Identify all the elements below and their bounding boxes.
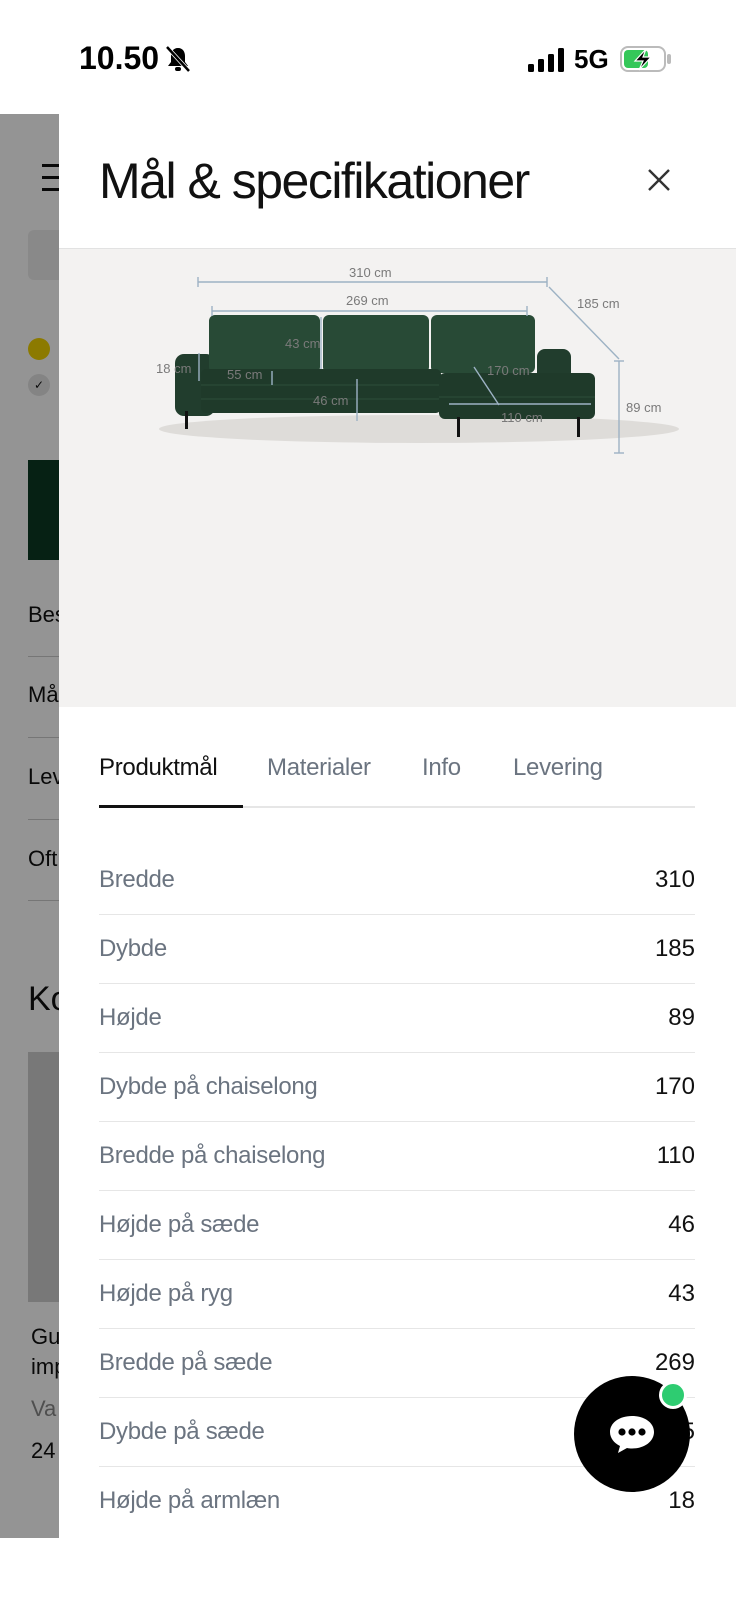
spec-label: Bredde på chaiselong (99, 1142, 326, 1169)
figure-label-width-seat: 269 cm (346, 293, 389, 308)
spec-row: Bredde 310 (99, 846, 695, 915)
spec-label: Højde (99, 1004, 162, 1031)
dimension-diagram: 310 cm 269 cm 185 cm 43 cm 18 cm 55 cm 1… (59, 249, 736, 707)
figure-label-width-total: 310 cm (349, 265, 392, 280)
spec-value: 185 (654, 935, 695, 962)
spec-value: 170 (654, 1073, 695, 1100)
spec-value: 46 (668, 1211, 695, 1238)
bell-slash-icon (165, 45, 191, 73)
figure-label-depth-total: 185 cm (577, 296, 620, 311)
battery-charging-icon (620, 46, 671, 72)
spec-label: Dybde på sæde (99, 1418, 265, 1445)
figure-label-seat-height: 46 cm (313, 393, 348, 408)
spec-value: 18 (668, 1487, 695, 1514)
chat-bubble-icon (610, 1416, 654, 1453)
page-title: Mål & specifikationer (99, 153, 530, 209)
spec-row: Højde på sæde 46 (99, 1191, 695, 1260)
spec-label: Dybde (99, 935, 167, 962)
spec-label: Bredde (99, 866, 175, 893)
spec-row: Dybde 185 (99, 915, 695, 984)
network-label: 5G (574, 44, 609, 74)
specifications-drawer: Mål & specifikationer 310 cm 269 cm 185 … (59, 114, 736, 1538)
spec-tabs: Produktmål Materialer Info Levering (99, 754, 695, 808)
spec-row: Højde 89 (99, 984, 695, 1053)
spec-value: 269 (654, 1349, 695, 1376)
spec-value: 43 (668, 1280, 695, 1307)
status-bar: 10.50 5G (0, 0, 736, 114)
spec-label: Højde på armlæn (99, 1487, 280, 1514)
spec-label: Højde på ryg (99, 1280, 233, 1307)
figure-label-back-height: 43 cm (285, 336, 320, 351)
tab-materialer[interactable]: Materialer (267, 754, 371, 782)
tab-levering[interactable]: Levering (513, 754, 603, 782)
spec-label: Dybde på chaiselong (99, 1073, 318, 1100)
figure-label-arm-height: 18 cm (156, 361, 191, 376)
spec-row: Dybde på chaiselong 170 (99, 1053, 695, 1122)
tab-produktmal[interactable]: Produktmål (99, 754, 218, 782)
signal-icon (528, 48, 564, 72)
figure-label-chaise-depth: 170 cm (487, 363, 530, 378)
figure-label-chaise-width: 110 cm (501, 410, 543, 425)
spec-value: 310 (654, 866, 695, 893)
online-status-badge (659, 1381, 687, 1409)
close-icon[interactable] (643, 164, 675, 196)
spec-label: Højde på sæde (99, 1211, 260, 1238)
tab-info[interactable]: Info (422, 754, 461, 782)
spec-label: Bredde på sæde (99, 1349, 273, 1376)
figure-label-seat-depth: 55 cm (227, 367, 262, 382)
spec-value: 110 (656, 1142, 695, 1169)
status-time: 10.50 (79, 40, 160, 76)
figure-label-height-total: 89 cm (626, 400, 661, 415)
spec-row: Højde på ryg 43 (99, 1260, 695, 1329)
spec-value: 89 (668, 1004, 695, 1031)
active-tab-indicator (99, 805, 243, 808)
spec-row: Bredde på chaiselong 110 (99, 1122, 695, 1191)
